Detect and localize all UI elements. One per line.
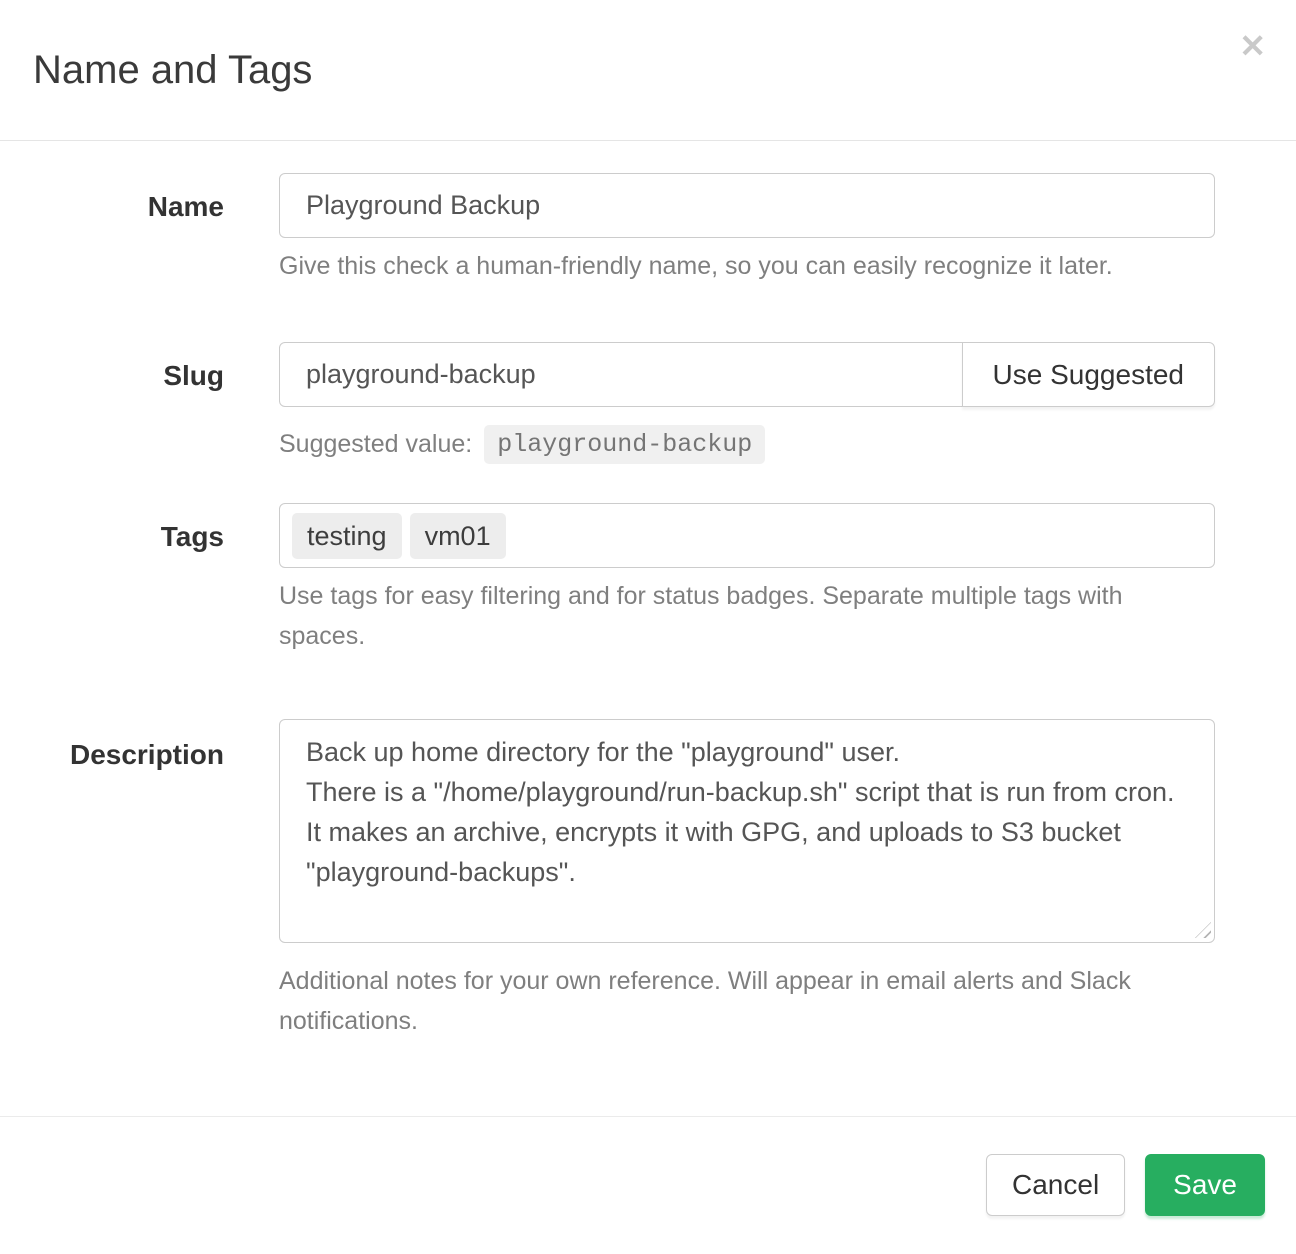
tag-chip: vm01 [410, 513, 506, 559]
tags-field-row: Tags testing vm01 Use tags for easy filt… [0, 503, 1296, 656]
modal-body: Name Give this check a human-friendly na… [0, 141, 1296, 1041]
name-field-row: Name Give this check a human-friendly na… [0, 173, 1296, 286]
modal-title: Name and Tags [33, 48, 312, 93]
tags-input[interactable]: testing vm01 [279, 503, 1215, 568]
suggested-value-code: playground-backup [484, 425, 765, 464]
tag-chip: testing [292, 513, 402, 559]
slug-input[interactable] [279, 342, 963, 407]
description-field-row: Description Back up home directory for t… [0, 719, 1296, 1041]
suggested-value-line: Suggested value: playground-backup [279, 425, 1215, 464]
name-help-text: Give this check a human-friendly name, s… [279, 246, 1215, 286]
slug-input-group: Use Suggested [279, 342, 1215, 407]
modal-header: Name and Tags ✕ [0, 0, 1296, 141]
close-icon[interactable]: ✕ [1239, 30, 1266, 62]
suggested-value-label: Suggested value: [279, 430, 472, 459]
description-help-text: Additional notes for your own reference.… [279, 961, 1215, 1041]
name-label: Name [148, 191, 224, 223]
slug-label: Slug [163, 360, 224, 392]
tags-help-text: Use tags for easy filtering and for stat… [279, 576, 1215, 656]
name-input[interactable] [279, 173, 1215, 238]
modal-footer: Cancel Save [0, 1116, 1296, 1248]
save-button[interactable]: Save [1145, 1154, 1265, 1216]
tags-label: Tags [161, 521, 224, 553]
slug-field-row: Slug Use Suggested Suggested value: play… [0, 342, 1296, 464]
use-suggested-button[interactable]: Use Suggested [962, 342, 1215, 407]
cancel-button[interactable]: Cancel [986, 1154, 1125, 1216]
description-textarea[interactable]: Back up home directory for the "playgrou… [279, 719, 1215, 943]
description-label: Description [70, 739, 224, 771]
